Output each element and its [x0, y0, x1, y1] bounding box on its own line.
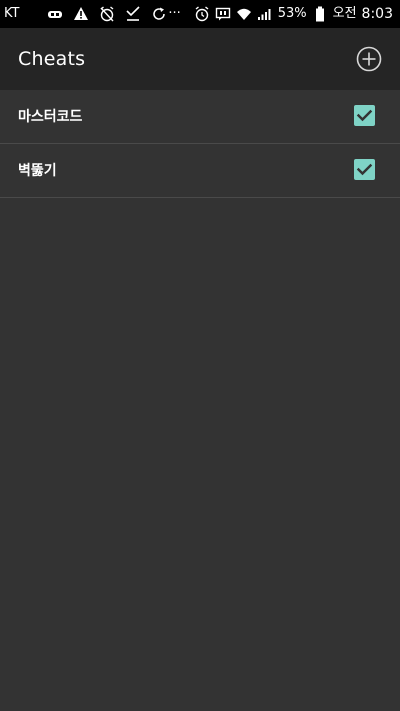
cheat-checkbox[interactable]: [354, 159, 375, 180]
status-bar-left: KT: [4, 6, 167, 22]
warning-icon: [74, 7, 89, 20]
battery-icon: [315, 6, 324, 22]
status-bar-right: ··· 53% 오전 8:03: [168, 6, 393, 22]
chat-icon: [215, 7, 230, 21]
alarm-icon: [195, 6, 209, 22]
eye-glasses-icon: [48, 11, 63, 18]
cheat-label: 벽뚫기: [18, 163, 57, 179]
wifi-icon: [236, 8, 251, 20]
cheat-list: 마스터코드 벽뚫기: [0, 90, 400, 198]
carrier-label: KT: [4, 6, 20, 21]
cheat-checkbox[interactable]: [354, 105, 375, 126]
page-title: Cheats: [18, 48, 86, 70]
app-bar: Cheats: [0, 28, 400, 90]
cheat-row[interactable]: 벽뚫기: [0, 144, 400, 198]
battery-percent: 53%: [277, 6, 307, 21]
check-icon: [356, 163, 373, 176]
am-pm-label: 오전: [332, 6, 357, 21]
clock-time: 8:03: [361, 6, 393, 22]
overflow-indicator: ···: [168, 6, 181, 21]
plus-circle-icon: [356, 46, 382, 72]
alarm-off-icon: [100, 6, 114, 22]
cheat-label: 마스터코드: [18, 109, 83, 125]
check-icon: [356, 109, 373, 122]
add-cheat-button[interactable]: [354, 44, 384, 74]
cheat-row[interactable]: 마스터코드: [0, 90, 400, 144]
status-bar: KT ··· 53% 오전 8:03: [0, 0, 400, 28]
sync-icon: [153, 7, 166, 20]
signal-icon: [257, 9, 271, 20]
download-done-icon: [126, 6, 141, 21]
